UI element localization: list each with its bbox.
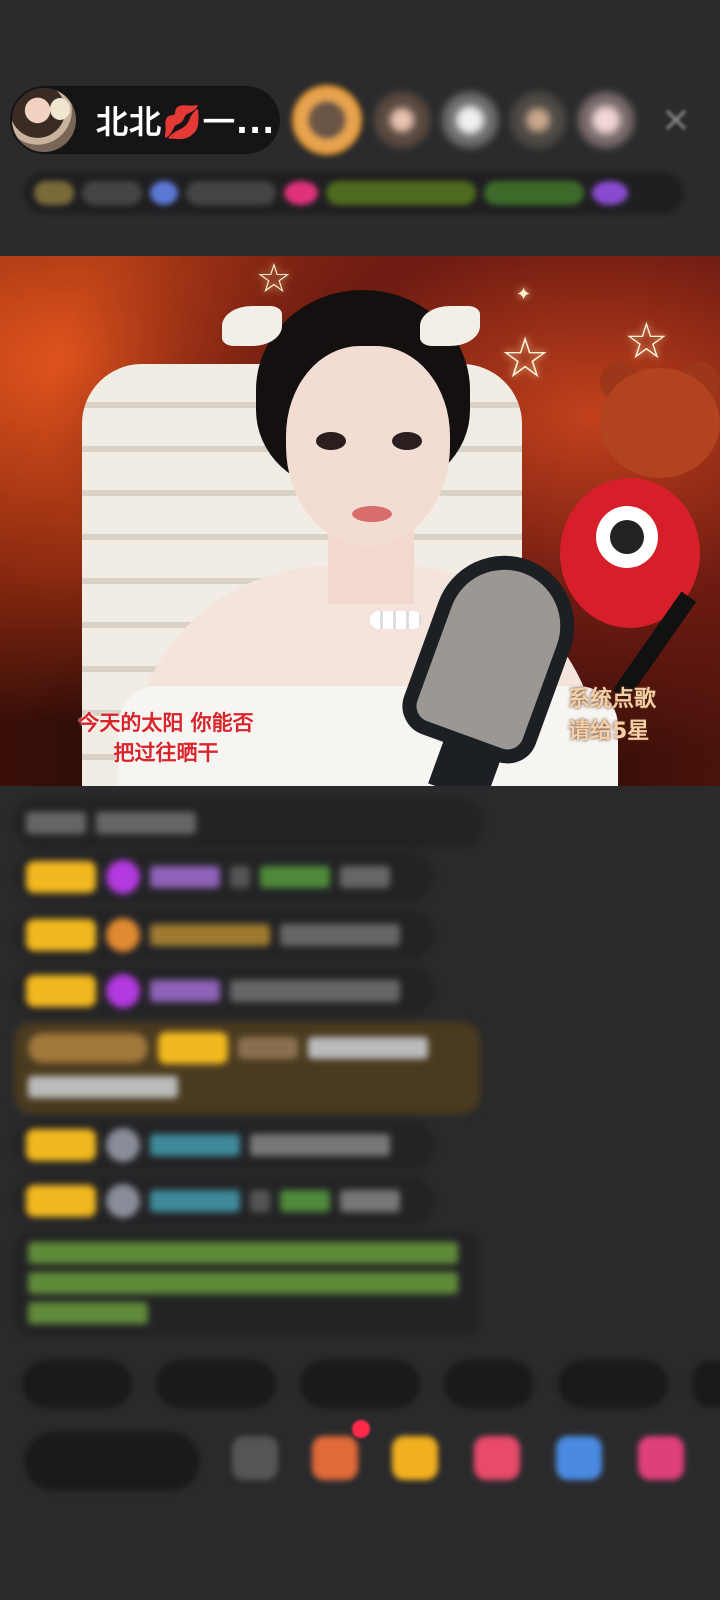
song-request-line-1: 系统点歌 bbox=[568, 687, 657, 712]
lyrics-line-2: 把过往晒干 bbox=[113, 741, 219, 765]
bottom-toolbar bbox=[0, 1420, 720, 1500]
tag-chip bbox=[150, 181, 178, 205]
tag-chip bbox=[592, 181, 628, 205]
system-notice bbox=[14, 1232, 480, 1336]
treasure-icon[interactable] bbox=[392, 1436, 438, 1480]
quick-reply-chip[interactable] bbox=[156, 1360, 276, 1408]
host-avatar[interactable] bbox=[12, 88, 76, 152]
gift-box-icon[interactable] bbox=[312, 1436, 358, 1480]
viewer-avatar[interactable] bbox=[442, 92, 498, 148]
host-name: 北北💋一... bbox=[96, 103, 276, 141]
top-viewer-avatar[interactable] bbox=[292, 85, 362, 155]
more-icon[interactable] bbox=[638, 1436, 684, 1480]
pearl-necklace bbox=[370, 611, 422, 629]
quick-reply-row bbox=[16, 1360, 720, 1410]
tag-chip bbox=[186, 181, 276, 205]
close-icon[interactable]: × bbox=[656, 100, 696, 140]
quick-reply-chip[interactable] bbox=[444, 1360, 534, 1408]
emoji-icon[interactable] bbox=[232, 1436, 278, 1480]
teddy-bear bbox=[560, 362, 720, 628]
lyrics-overlay: 今天的太阳 你能否 把过往晒干 bbox=[46, 708, 286, 768]
tag-chip bbox=[82, 181, 142, 205]
quick-reply-chip[interactable] bbox=[300, 1360, 420, 1408]
live-video[interactable]: ☆ ☆ ☆ ✦ 今天的太阳 你能否 把过往晒干 系统点歌 请给5星 bbox=[0, 256, 720, 786]
streamer-face bbox=[286, 346, 450, 546]
quick-reply-chip[interactable] bbox=[558, 1360, 668, 1408]
quick-reply-chip[interactable] bbox=[692, 1360, 720, 1408]
song-request-overlay[interactable]: 系统点歌 请给5星 bbox=[568, 684, 678, 748]
notification-dot bbox=[352, 1420, 370, 1438]
hair-bow bbox=[222, 306, 282, 346]
viewer-avatar[interactable] bbox=[374, 92, 430, 148]
quick-reply-chip[interactable] bbox=[22, 1360, 132, 1408]
chat-message-highlighted bbox=[14, 1022, 480, 1114]
host-info-pill[interactable]: 北北💋一... bbox=[10, 86, 280, 154]
tag-chip bbox=[284, 181, 318, 205]
viewer-avatar[interactable] bbox=[510, 92, 566, 148]
star-decoration: ✦ bbox=[516, 284, 532, 305]
rank-tag-bar[interactable] bbox=[24, 172, 684, 214]
chat-message bbox=[14, 1176, 434, 1226]
chat-message bbox=[14, 798, 484, 848]
comment-input[interactable] bbox=[24, 1432, 200, 1490]
chat-message bbox=[14, 1120, 434, 1170]
game-icon[interactable] bbox=[556, 1436, 602, 1480]
lyrics-line-1: 今天的太阳 你能否 bbox=[78, 711, 254, 735]
star-decoration: ☆ bbox=[624, 312, 669, 370]
chat-message bbox=[14, 966, 434, 1016]
star-decoration: ☆ bbox=[500, 326, 551, 391]
star-decoration: ☆ bbox=[256, 256, 292, 302]
heart-gift-icon[interactable] bbox=[474, 1436, 520, 1480]
tag-chip bbox=[34, 181, 74, 205]
tag-chip bbox=[326, 181, 476, 205]
viewer-avatar[interactable] bbox=[578, 92, 634, 148]
viewer-avatar-list bbox=[292, 85, 634, 155]
chat-message bbox=[14, 910, 434, 960]
chat-message bbox=[14, 852, 434, 902]
hair-bow bbox=[420, 306, 480, 346]
song-request-line-2: 请给5星 bbox=[568, 719, 650, 744]
tag-chip bbox=[484, 181, 584, 205]
